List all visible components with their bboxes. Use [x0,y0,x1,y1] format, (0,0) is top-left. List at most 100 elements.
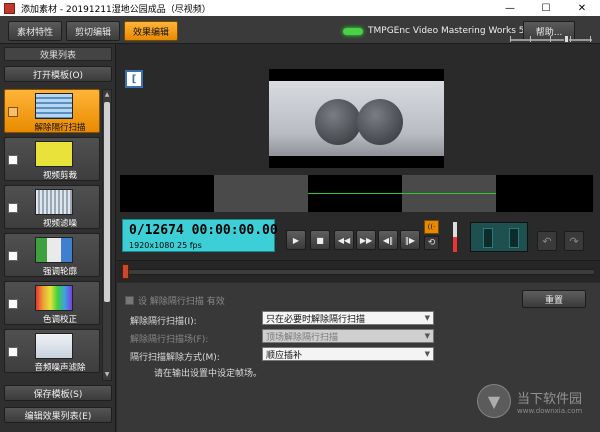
deinterlace-field-value: 顶场解除隔行扫描 [266,332,339,343]
redo-icon[interactable]: ↷ [564,231,584,251]
timecode-display: 0/12674 00:00:00.00 1920x1080 25 fps [122,219,278,252]
filter-label: 强调轮廓 [42,267,77,277]
deinterlace-method-select[interactable]: 顺应插补 ▼ [262,347,434,361]
volume-tick [590,36,591,42]
timecode-value: 0/12674 00:00:00.00 [129,223,278,238]
filter-list-scrollbar[interactable]: ▲ ▼ [102,89,112,381]
edit-effects-list-button[interactable]: 编辑效果列表(E) [4,407,112,423]
volume-knob[interactable] [564,35,569,43]
scrollbar-thumb[interactable] [104,102,110,302]
left-channel-meter [483,228,493,248]
filter-label: 色调校正 [42,315,77,325]
window-title: 添加素材 - 20191211湿地公园成品（尽视频） [21,4,211,15]
filter-label: 解除隔行扫描 [34,123,86,133]
tab-cut-edit[interactable]: 剪切编辑 [66,21,120,41]
sharpen-icon [35,237,73,263]
chevron-down-icon: ▼ [424,350,430,358]
filter-item-crop[interactable]: 视频剪裁 [4,137,100,181]
status-led-icon [343,27,363,35]
deinterlace-mode-label: 解除隔行扫描(I): [130,317,197,327]
volume-tick [510,36,511,42]
stop-button[interactable]: ■ [310,230,330,250]
enable-filter-label: 设 解除隔行扫描 有效 [138,297,225,307]
brand: TMPGEnc Video Mastering Works 5 [343,26,525,36]
audio-waveform [120,175,593,212]
audio-noise-icon [35,333,73,359]
filter-item-color-correction[interactable]: 色调校正 [4,281,100,325]
filter-checkbox[interactable] [8,203,18,213]
volume-tick [550,36,551,42]
video-frame-image [269,81,444,156]
undo-icon[interactable]: ↶ [537,231,557,251]
volume-slider[interactable] [510,35,592,43]
watermark-text: 当下软件园 www.downxia.com [517,388,582,415]
enable-filter-checkbox[interactable]: 设 解除隔行扫描 有效 [125,294,225,307]
filter-list: 解除隔行扫描 视频剪裁 视频滤噪 强调轮廓 色调校正 音频噪声滤除 [4,89,100,381]
audio-level-meter [470,222,528,252]
chevron-down-icon: ▼ [424,314,430,322]
waveform-segment [120,175,214,212]
tab-effects[interactable]: 效果编辑 [124,21,178,41]
seek-track [125,269,595,275]
filter-label: 视频剪裁 [42,171,77,181]
filter-item-audio-noise[interactable]: 音频噪声滤除 [4,329,100,373]
watermark: ▼ 当下软件园 www.downxia.com [477,384,582,418]
watermark-logo-icon: ▼ [477,384,511,418]
filter-item-sharpen[interactable]: 强调轮廓 [4,233,100,277]
maximize-button[interactable]: ☐ [528,0,564,16]
filter-checkbox[interactable] [8,251,18,261]
tab-clip-properties[interactable]: 素材特性 [8,21,62,41]
color-correction-icon [35,285,73,311]
seek-bar[interactable] [117,260,600,282]
preview-mode-icon[interactable]: [ [125,70,143,88]
play-button[interactable]: ▶ [286,230,306,250]
waveform-level-line [308,193,496,194]
minimize-button[interactable]: — [492,0,528,16]
close-button[interactable]: ✕ [564,0,600,16]
filter-checkbox[interactable] [8,155,18,165]
open-template-button[interactable]: 打开模板(O) [4,66,112,82]
right-channel-meter [509,228,519,248]
filter-label: 音频噪声滤除 [34,363,86,373]
rewind-button[interactable]: ◀◀ [334,230,354,250]
filter-checkbox[interactable] [8,107,18,117]
filter-item-noise-filter[interactable]: 视频滤噪 [4,185,100,229]
video-object [357,99,403,145]
effects-list-header: 效果列表 [4,47,112,61]
app-icon [4,2,15,14]
deinterlace-mode-value: 只在必要时解除隔行扫描 [266,314,366,325]
save-template-button[interactable]: 保存模板(S) [4,385,112,401]
scroll-down-icon[interactable]: ▼ [103,370,111,380]
reset-button[interactable]: 重置 [522,290,586,308]
volume-fader[interactable] [445,222,465,252]
volume-track [510,39,592,41]
effects-panel: 效果列表 打开模板(O) 解除隔行扫描 视频剪裁 视频滤噪 强调轮廓 色调校正 [0,44,116,432]
enable-checkbox-box[interactable] [125,296,134,305]
audio-toggle-icon[interactable]: ((· [424,220,439,234]
prev-frame-button[interactable]: ◀‖ [378,230,398,250]
title-bar: 添加素材 - 20191211湿地公园成品（尽视频） — ☐ ✕ [0,0,600,16]
filter-label: 视频滤噪 [42,219,77,229]
deinterlace-mode-select[interactable]: 只在必要时解除隔行扫描 ▼ [262,311,434,325]
watermark-en: www.downxia.com [517,406,583,415]
deinterlace-method-label: 隔行扫描解除方式(M): [130,353,220,363]
filter-item-deinterlace[interactable]: 解除隔行扫描 [4,89,100,133]
loop-icon[interactable]: ⟲ [424,236,439,250]
watermark-cn: 当下软件园 [517,391,583,407]
video-object [315,99,361,145]
scroll-up-icon[interactable]: ▲ [103,90,111,100]
scissors-icon [35,141,73,167]
brand-name: TMPGEnc Video Mastering Works 5 [368,26,525,36]
next-frame-button[interactable]: ‖▶ [400,230,420,250]
seek-knob[interactable] [122,264,129,279]
volume-tick [570,36,571,42]
volume-tick [530,36,531,42]
deinterlace-method-value: 顺应插补 [266,350,303,361]
filter-checkbox[interactable] [8,299,18,309]
deinterlace-field-select[interactable]: 顶场解除隔行扫描 ▼ [262,329,434,343]
fast-forward-button[interactable]: ▶▶ [356,230,376,250]
filter-checkbox[interactable] [8,347,18,357]
window-controls: — ☐ ✕ [492,0,600,16]
waveform-segment [496,175,593,212]
deinterlace-field-label: 解除隔行扫描场(F): [130,335,209,345]
